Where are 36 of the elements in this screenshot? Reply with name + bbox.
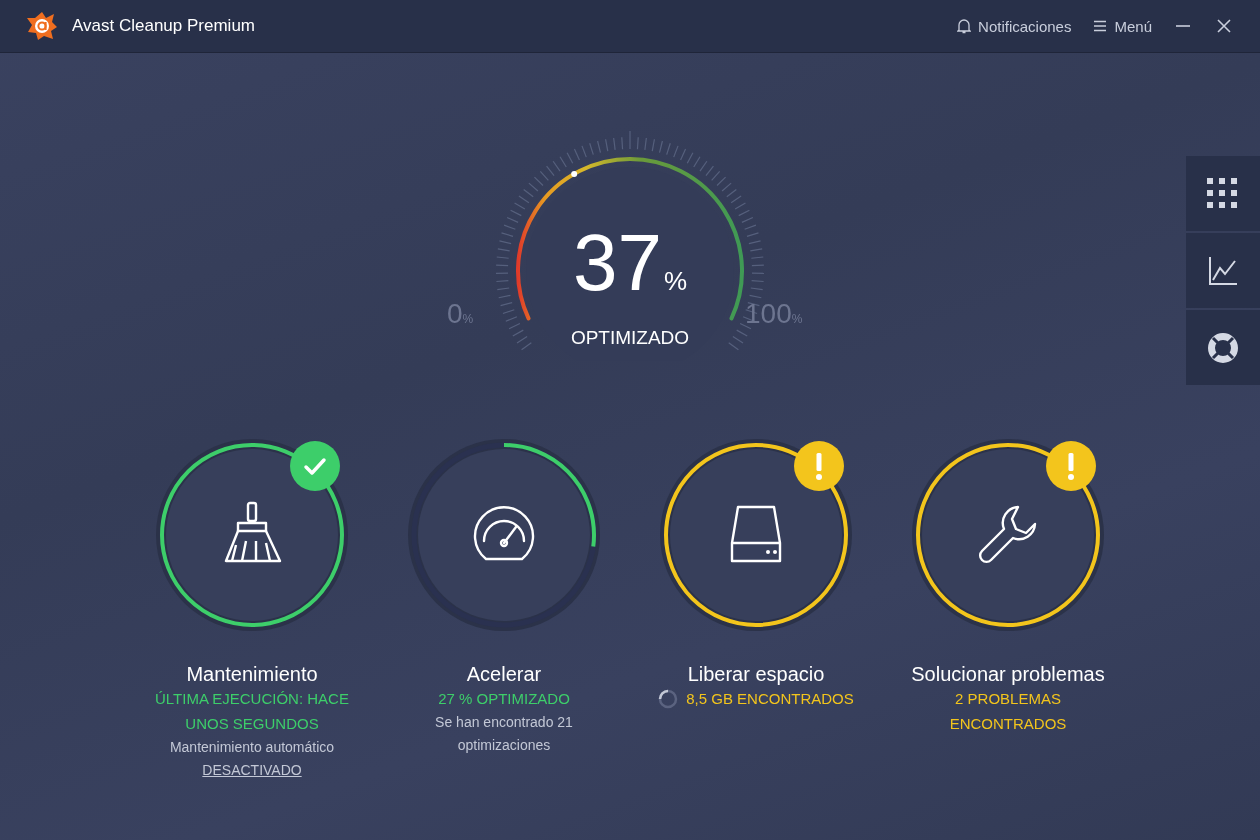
feature-title: Mantenimiento [186, 663, 318, 686]
feature-status: 2 PROBLEMAS ENCONTRADOS [948, 689, 1068, 734]
broom-icon [222, 501, 284, 565]
window-title: Avast Cleanup Premium [72, 16, 256, 36]
grid-icon [1207, 177, 1239, 210]
help-button[interactable] [1186, 310, 1260, 385]
gauge-label: OPTIMIZADO [570, 327, 690, 349]
notifications-button[interactable]: Notificaciones [951, 13, 1078, 39]
check-badge-icon [290, 441, 340, 491]
menu-icon [1093, 20, 1108, 32]
app-logo-icon [26, 11, 58, 41]
minimize-icon [1176, 25, 1190, 27]
gauge-max-label: 100 [745, 298, 792, 330]
percent-unit: % [791, 312, 803, 326]
apps-button[interactable] [1186, 156, 1260, 231]
lifebuoy-icon [1207, 331, 1239, 364]
line-chart-icon [1208, 255, 1238, 286]
feature-status: 8,5 GB ENCONTRADOS [686, 689, 854, 709]
percent-unit: % [663, 265, 688, 298]
feature-status: 27 % OPTIMIZADO [438, 689, 570, 709]
deactivated-link[interactable]: DESACTIVADO [202, 759, 302, 782]
warning-badge-icon [794, 441, 844, 491]
feature-title: Liberar espacio [687, 663, 825, 686]
feature-detail: Mantenimiento automático [169, 738, 335, 757]
gauge-min-label: 0 [447, 298, 463, 330]
feature-title: Acelerar [466, 663, 542, 686]
feature-status: ÚLTIMA EJECUCIÓN: HACE UNOS SEGUNDOS [154, 689, 350, 734]
feature-detail: Se han encontrado 21 optimizaciones [434, 713, 574, 755]
close-icon [1216, 18, 1232, 34]
optimization-value: 37 [572, 223, 662, 303]
menu-button[interactable]: Menú [1087, 13, 1158, 39]
percent-unit: % [462, 312, 474, 326]
statistics-button[interactable] [1186, 233, 1260, 308]
feature-title: Solucionar problemas [911, 663, 1105, 686]
warning-badge-icon [1046, 441, 1096, 491]
bell-icon [957, 18, 972, 34]
